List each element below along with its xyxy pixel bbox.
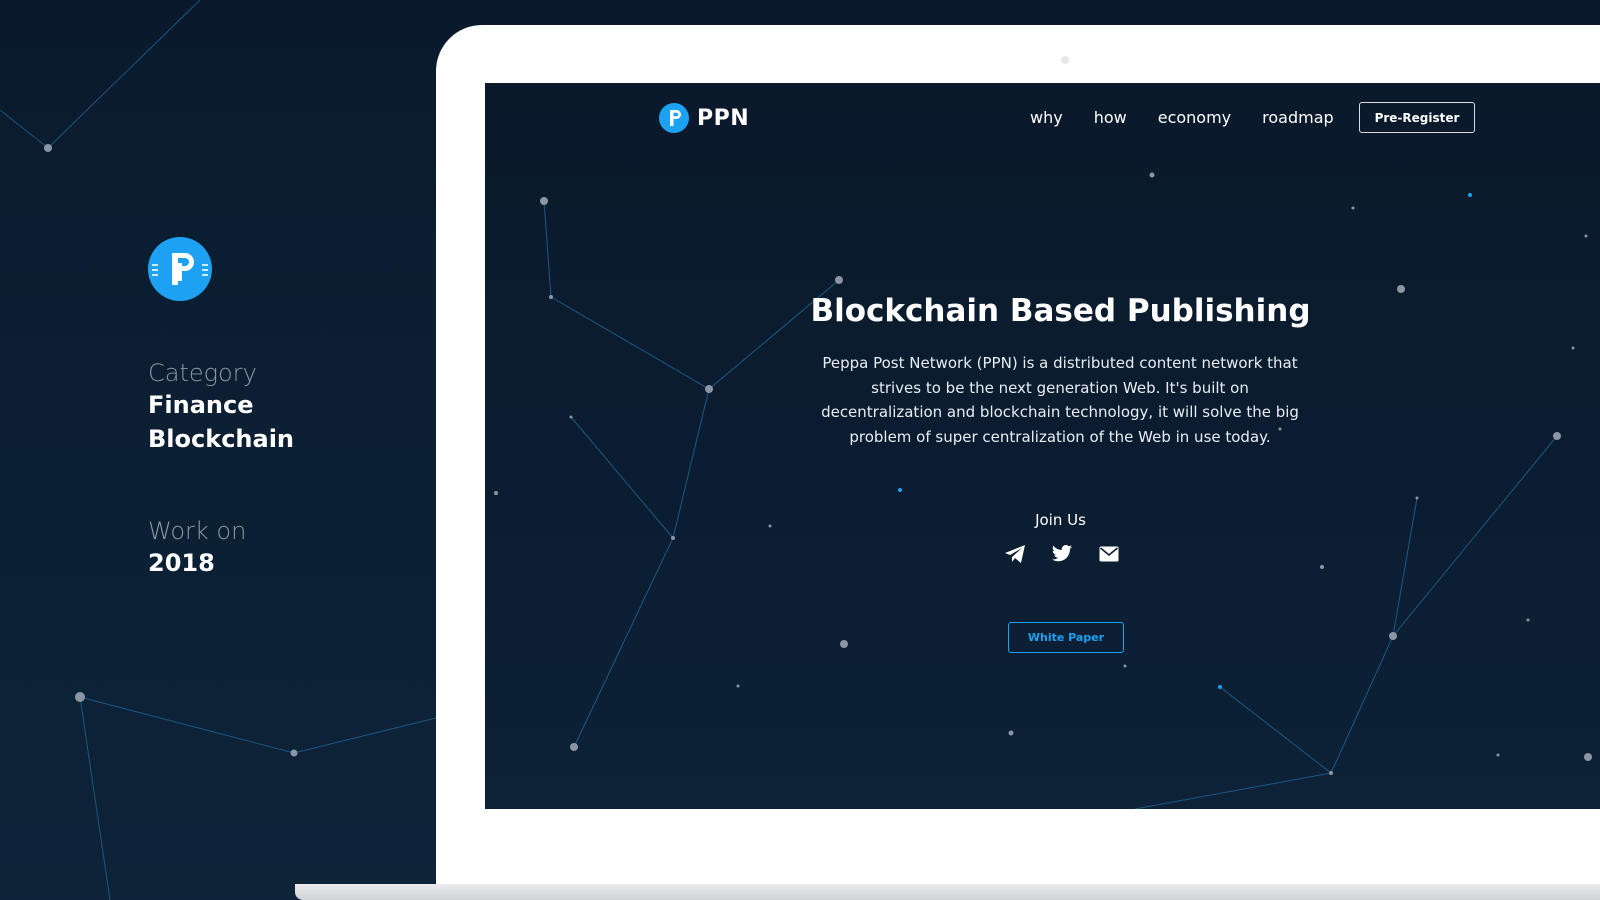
laptop-camera [1061,56,1069,64]
nav-item-how[interactable]: how [1094,105,1127,131]
nav-item-why[interactable]: why [1030,105,1063,131]
brand-name: PPN [697,105,750,131]
laptop-base [295,884,1600,900]
ppn-logo-icon [659,103,689,133]
pre-register-button[interactable]: Pre-Register [1359,102,1475,133]
website-screen: PPN why how economy roadmap Pre-Register… [485,83,1600,809]
category-value-finance: Finance [148,391,254,419]
category-label: Category [148,359,257,387]
main-nav: why how economy roadmap [1030,105,1365,131]
hero-title: Blockchain Based Publishing [810,293,1311,329]
hero-description: Peppa Post Network (PPN) is a distribute… [821,354,1299,446]
twitter-icon[interactable] [1051,543,1073,565]
work-on-block: Work on 2018 [148,516,246,580]
nav-item-roadmap[interactable]: roadmap [1262,105,1334,131]
mail-icon[interactable] [1098,543,1120,565]
brand[interactable]: PPN [659,103,749,133]
social-links [1004,543,1145,565]
ppn-logo-large [148,237,212,301]
nav-item-economy[interactable]: economy [1158,105,1231,131]
work-year: 2018 [148,549,215,577]
category-block: Category Finance Blockchain [148,358,294,456]
white-paper-button[interactable]: White Paper [1008,622,1124,653]
join-us-label: Join Us [1035,511,1086,529]
work-on-label: Work on [148,517,247,545]
telegram-icon[interactable] [1004,543,1026,565]
ppn-logo-icon [152,253,208,285]
category-value-blockchain: Blockchain [148,425,295,453]
